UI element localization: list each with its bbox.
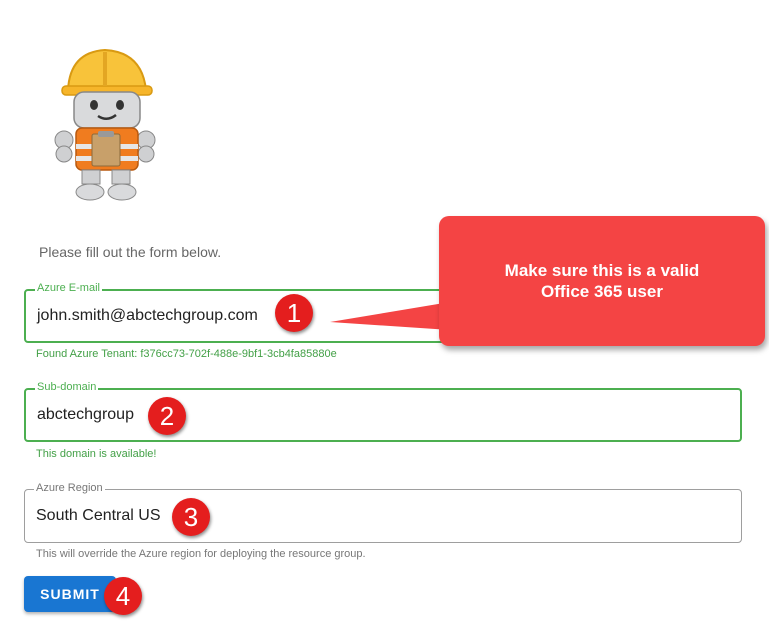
step-badge-1: 1 <box>275 294 313 332</box>
robot-mascot-icon <box>54 48 156 201</box>
subdomain-label: Sub-domain <box>35 381 99 394</box>
azure-region-helper: This will override the Azure region for … <box>36 548 366 560</box>
callout-line-1: Make sure this is a valid <box>504 261 700 280</box>
subdomain-field[interactable]: Sub-domain abctechgroup <box>24 381 742 442</box>
azure-region-value[interactable]: South Central US <box>36 507 161 525</box>
form-intro-text: Please fill out the form below. <box>39 244 222 260</box>
azure-tenant-helper: Found Azure Tenant: f376cc73-702f-488e-9… <box>36 348 337 360</box>
validation-callout: Make sure this is a valid Office 365 use… <box>439 216 765 346</box>
subdomain-value[interactable]: abctechgroup <box>37 406 134 424</box>
azure-email-value[interactable]: john.smith@abctechgroup.com <box>37 307 258 325</box>
step-badge-4: 4 <box>104 577 142 615</box>
azure-region-field[interactable]: Azure Region South Central US <box>24 482 742 543</box>
callout-line-2: Office 365 user <box>541 282 663 301</box>
step-badge-2: 2 <box>148 397 186 435</box>
submit-button[interactable]: SUBMIT <box>24 576 116 612</box>
callout-pointer <box>330 302 450 330</box>
azure-email-label: Azure E-mail <box>35 282 102 295</box>
subdomain-helper: This domain is available! <box>36 448 157 460</box>
azure-region-label: Azure Region <box>34 482 105 495</box>
step-badge-3: 3 <box>172 498 210 536</box>
